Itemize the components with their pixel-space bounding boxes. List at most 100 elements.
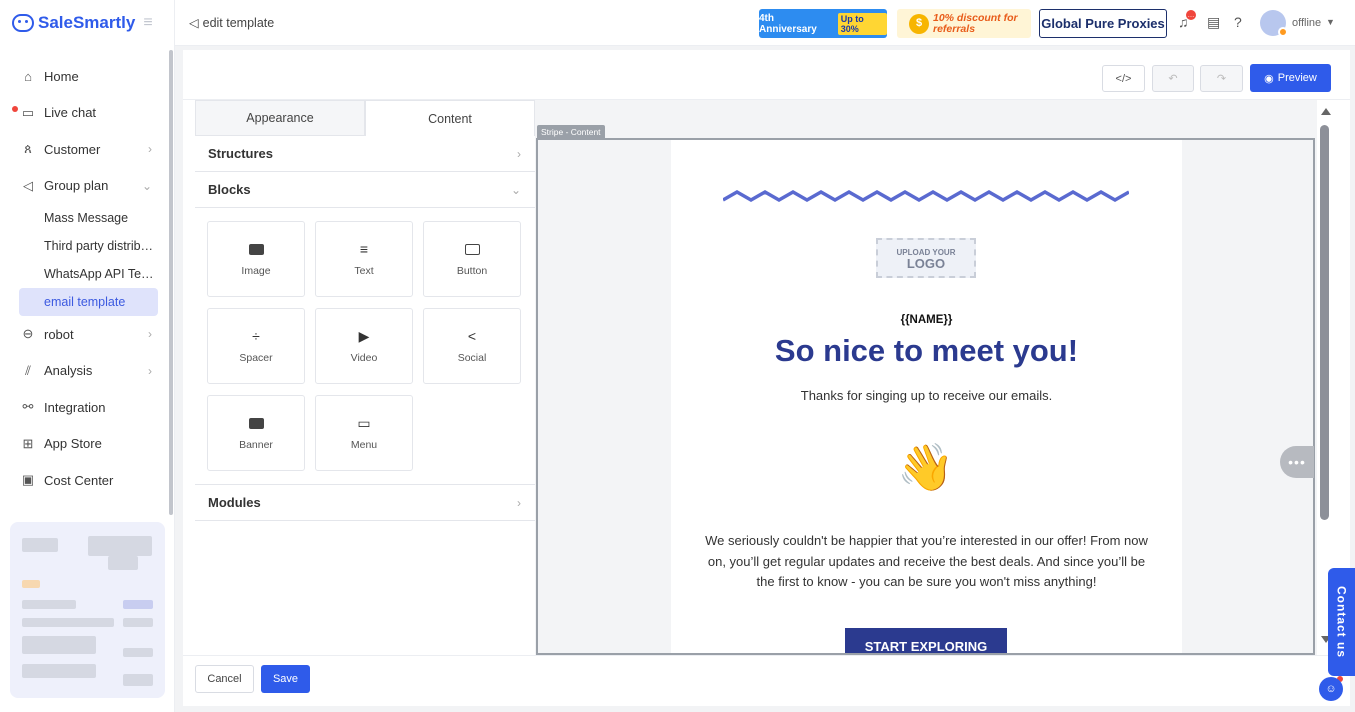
block-label: Video [350, 352, 378, 364]
block-text[interactable]: ≡ Text [315, 221, 413, 297]
code-view-button[interactable]: </> [1102, 65, 1145, 92]
sidebar-subitem-mass-message[interactable]: Mass Message [0, 204, 174, 232]
sidebar-item-app-store[interactable]: ⊞ App Store [0, 426, 174, 463]
users-icon: ጰ [24, 141, 32, 157]
notification-dot [12, 105, 18, 112]
block-label: Banner [239, 439, 273, 451]
status-label[interactable]: offline [1292, 17, 1321, 29]
block-label: Social [457, 352, 487, 364]
block-spacer[interactable]: ÷ Spacer [207, 308, 305, 384]
home-icon: ⌂ [24, 68, 32, 84]
email-canvas: Stripe - Content UPLOAD YOUR LOGO {{NAME… [535, 100, 1317, 655]
redo-button[interactable]: ↷ [1200, 65, 1243, 92]
eye-icon: ◉ [1264, 72, 1274, 85]
contact-us-tab[interactable]: Contact us [1328, 568, 1355, 676]
sidebar-item-analysis[interactable]: ⫽ Analysis › [0, 353, 174, 390]
promo-tag: Up to 30% [837, 12, 887, 35]
send-icon: ◁ [23, 177, 33, 193]
chevron-right-icon: › [148, 142, 152, 157]
block-video[interactable]: ▶ Video [315, 308, 413, 384]
sidebar-item-label: Analysis [44, 363, 93, 379]
chat-bubble-icon[interactable]: ☺ [1319, 677, 1343, 701]
undo-button[interactable]: ↶ [1152, 65, 1194, 92]
panel-tabs: Appearance Content [195, 100, 535, 136]
sidebar-subitem-email-template[interactable]: email template [19, 288, 158, 316]
sidebar-subitem-third-party[interactable]: Third party distrib… [0, 232, 174, 260]
caret-down-icon[interactable]: ▼ [1326, 17, 1335, 27]
chevron-down-icon: ⌄ [141, 178, 152, 193]
brand-logo[interactable]: SaleSmartly ≡ [0, 0, 174, 46]
sidebar-item-customer[interactable]: ጰ Customer › [0, 131, 174, 168]
share-icon: < [467, 328, 477, 344]
tab-content[interactable]: Content [365, 100, 535, 136]
promo-text: Global Pure Proxies [1041, 16, 1165, 31]
more-options-icon[interactable]: ••• [1280, 446, 1314, 478]
section-structures[interactable]: Structures › [195, 136, 535, 172]
sidebar-item-integration[interactable]: ⚯ Integration [0, 389, 174, 426]
block-label: Text [354, 265, 374, 277]
grid-icon: ⊞ [22, 435, 34, 451]
help-icon[interactable]: ? [1234, 14, 1242, 30]
chevron-right-icon: › [517, 146, 521, 161]
name-merge-tag[interactable]: {{NAME}} [671, 314, 1182, 326]
promo-text: 4th Anniversary [759, 12, 817, 35]
promo-anniversary-banner[interactable]: 4th Anniversary Up to 30% [759, 9, 887, 38]
sidebar-item-live-chat[interactable]: ▭ Live chat [0, 95, 174, 132]
email-body: UPLOAD YOUR LOGO {{NAME}} So nice to mee… [671, 140, 1182, 653]
cancel-button[interactable]: Cancel [195, 665, 254, 693]
section-blocks[interactable]: Blocks ⌄ [195, 172, 535, 208]
menu-toggle-icon[interactable]: ≡ [143, 14, 152, 32]
block-button[interactable]: Button [423, 221, 521, 297]
sidebar-item-home[interactable]: ⌂ Home [0, 58, 174, 95]
email-paragraph[interactable]: We seriously couldn't be happier that yo… [704, 531, 1149, 593]
section-title: Blocks [208, 182, 251, 197]
tab-appearance[interactable]: Appearance [195, 100, 365, 136]
content-panel: Appearance Content Structures › Blocks ⌄… [195, 100, 535, 655]
spacer-icon: ÷ [252, 328, 260, 344]
content-stripe[interactable]: UPLOAD YOUR LOGO {{NAME}} So nice to mee… [536, 138, 1315, 655]
block-menu[interactable]: ▭ Menu [315, 395, 413, 471]
notification-badge: … [1186, 10, 1196, 20]
block-image[interactable]: Image [207, 221, 305, 297]
logo-placeholder[interactable]: UPLOAD YOUR LOGO [876, 238, 976, 278]
email-title[interactable]: So nice to meet you! [671, 333, 1182, 369]
sidebar-item-group-plan[interactable]: ◁ Group plan ⌄ [0, 168, 174, 205]
sidebar-item-label: Customer [44, 141, 101, 157]
block-label: Menu [350, 439, 378, 451]
block-label: Spacer [239, 352, 273, 364]
preview-button[interactable]: ◉ Preview [1250, 64, 1331, 92]
logo-placeholder-big: LOGO [906, 256, 946, 271]
sidebar-item-label: robot [44, 326, 74, 342]
scrollbar-thumb[interactable] [1320, 125, 1329, 520]
block-social[interactable]: < Social [423, 308, 521, 384]
start-exploring-button[interactable]: START EXPLORING [845, 628, 1007, 653]
video-icon: ▶ [358, 327, 370, 344]
promo-referral-banner[interactable]: $ 10% discount for referrals [897, 9, 1031, 38]
clipboard-icon[interactable]: ▤ [1207, 14, 1220, 31]
sidebar-subitem-whatsapp-api[interactable]: WhatsApp API Te… [0, 260, 174, 288]
sidebar-item-label: Cost Center [44, 472, 114, 488]
save-button[interactable]: Save [261, 665, 310, 693]
robot-icon: ⊖ [22, 326, 34, 342]
avatar[interactable] [1260, 10, 1288, 37]
brand-name: SaleSmartly [38, 13, 136, 32]
brand-logo-icon [12, 14, 34, 32]
waving-hand-icon[interactable]: 👋 [897, 442, 954, 492]
breadcrumb-text: edit template [202, 15, 275, 30]
section-title: Modules [208, 495, 261, 510]
email-subtitle[interactable]: Thanks for singing up to receive our ema… [671, 388, 1182, 403]
scroll-up-icon[interactable] [1321, 108, 1331, 115]
sidebar-scrollbar[interactable] [169, 50, 173, 515]
banner-icon [248, 415, 264, 431]
zigzag-divider [723, 189, 1129, 203]
block-banner[interactable]: Banner [207, 395, 305, 471]
section-modules[interactable]: Modules › [195, 485, 535, 521]
sidebar-item-robot[interactable]: ⊖ robot › [0, 316, 174, 353]
chevron-right-icon: › [148, 363, 152, 378]
send-icon: ◁ [189, 16, 199, 30]
promo-proxies-banner[interactable]: Global Pure Proxies [1039, 9, 1167, 38]
sidebar-item-cost-center[interactable]: ▣ Cost Center [0, 462, 174, 499]
chart-icon: ⫽ [25, 362, 31, 378]
chevron-right-icon: › [148, 327, 152, 342]
sidebar-item-label: App Store [44, 436, 102, 452]
